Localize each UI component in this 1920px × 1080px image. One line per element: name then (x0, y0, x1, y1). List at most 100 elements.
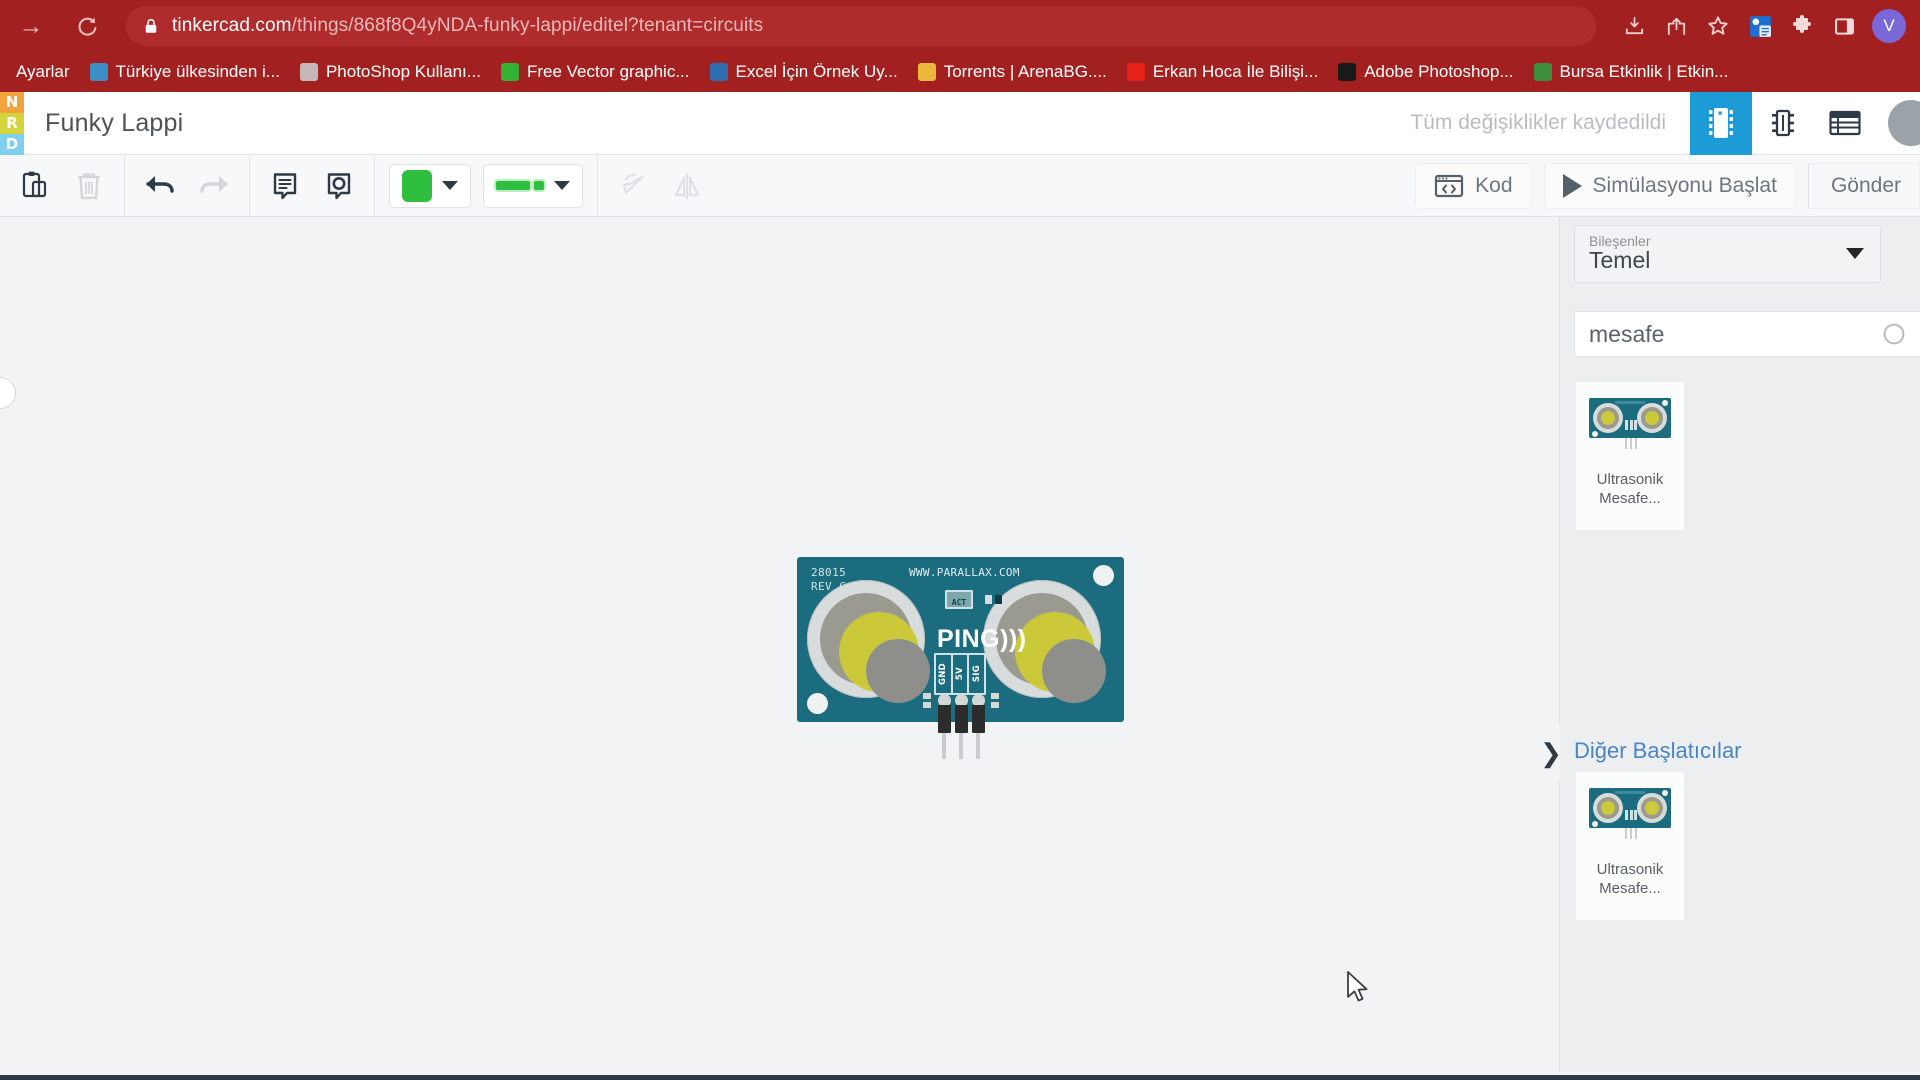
bookmark-label: Bursa Etkinlik | Etkin... (1559, 62, 1729, 81)
redo-button[interactable] (187, 161, 241, 211)
chevron-down-icon (554, 181, 570, 190)
pin-label-sig: SIG (971, 665, 982, 683)
star-icon (1708, 16, 1728, 35)
undo-button[interactable] (133, 161, 187, 211)
extensions-button[interactable] (1782, 6, 1822, 46)
other-component-tile-ultrasonic[interactable]: Ultrasonik Mesafe... (1576, 772, 1684, 920)
share-icon (1667, 17, 1685, 35)
part-number-label: 28015 REV C (811, 566, 847, 593)
breadboard-icon (1709, 108, 1733, 138)
tab-schematic[interactable] (1752, 92, 1814, 155)
comment-icon (327, 172, 351, 199)
pin-housing-5v[interactable] (955, 705, 968, 733)
component-tile-ultrasonic[interactable]: Ultrasonik Mesafe... (1576, 382, 1684, 530)
share-button[interactable] (1656, 6, 1696, 46)
code-icon (1435, 174, 1464, 197)
wire-preview (496, 181, 544, 190)
pin-leg-gnd[interactable] (942, 733, 946, 759)
components-category-select[interactable]: Bileşenler Temel (1574, 225, 1881, 283)
start-simulation-label: Simülasyonu Başlat (1592, 173, 1777, 197)
bookmark-item[interactable]: Ayarlar (6, 57, 80, 87)
mirror-button[interactable] (660, 161, 714, 211)
wire-style-picker[interactable] (483, 163, 583, 208)
pin-header-silkscreen: GND 5V SIG (934, 653, 986, 695)
note-icon (273, 172, 297, 199)
user-avatar[interactable] (1888, 100, 1920, 146)
circuit-canvas[interactable]: 28015 REV C WWW.PARALLAX.COM ACT PING)))… (0, 217, 1559, 1071)
pin-housing-gnd[interactable] (938, 705, 951, 733)
undo-arrow-icon (146, 175, 174, 193)
globe-bookmark-icon (1533, 63, 1552, 81)
youtube-bookmark-icon (1126, 63, 1145, 81)
pin-housing-sig[interactable] (972, 705, 985, 733)
bookmark-item[interactable]: Erkan Hoca İle Bilişi... (1117, 57, 1328, 87)
profile-avatar[interactable]: V (1872, 9, 1906, 43)
toolbar-group-annotate (250, 154, 375, 217)
profile-initial: V (1883, 16, 1895, 35)
component-search-field[interactable]: mesafe (1574, 311, 1920, 357)
ultrasonic-distance-sensor[interactable]: 28015 REV C WWW.PARALLAX.COM ACT PING)))… (797, 557, 1124, 759)
smd-components (985, 595, 1012, 604)
adobe-bookmark-icon (1338, 63, 1357, 81)
chip-icon (1772, 109, 1794, 137)
lock-icon (145, 18, 157, 33)
code-button-label: Kod (1475, 173, 1513, 197)
search-input[interactable]: mesafe (1589, 321, 1882, 348)
bookmark-item[interactable]: Free Vector graphic... (491, 57, 700, 87)
panel-collapse-button[interactable]: ❯ (1540, 725, 1562, 781)
color-picker[interactable] (389, 163, 471, 208)
brand-label: PING))) (937, 625, 1027, 653)
send-button[interactable]: Gönder (1807, 162, 1920, 209)
bookmark-item[interactable]: Torrents | ArenaBG.... (908, 57, 1117, 87)
bookmark-item[interactable]: Türkiye ülkesinden i... (80, 57, 290, 87)
reload-button[interactable] (66, 5, 108, 47)
component-list-icon (1829, 110, 1861, 136)
play-icon (1562, 173, 1582, 198)
toolbar-group-history (125, 154, 250, 217)
office-extension-button[interactable] (1740, 6, 1780, 46)
bookmark-label: Free Vector graphic... (526, 62, 690, 81)
pin-leg-5v[interactable] (959, 733, 963, 759)
ultrasonic-sensor-thumbnail (1589, 398, 1671, 450)
rotate-button[interactable] (606, 161, 660, 211)
tab-breadboard[interactable] (1690, 91, 1752, 155)
delete-button[interactable] (62, 161, 116, 211)
panel-icon (1834, 17, 1854, 35)
bookmark-star-button[interactable] (1698, 6, 1738, 46)
color-swatch[interactable] (402, 169, 432, 202)
downloads-button[interactable] (1614, 6, 1654, 46)
tab-component-list[interactable] (1814, 92, 1876, 155)
bookmark-label: Adobe Photoshop... (1364, 62, 1514, 81)
chevron-right-icon: ❯ (1540, 737, 1562, 768)
excel-bookmark-icon (709, 63, 728, 81)
zoom-fit-button[interactable] (0, 377, 16, 409)
wifi-bookmark-icon (89, 63, 108, 81)
tinkercad-logo[interactable]: NRD (0, 91, 24, 155)
bookmark-item[interactable]: PhotoShop Kullanı... (290, 57, 491, 87)
address-bar[interactable]: tinkercad.com/things/868f8Q4yNDA-funky-l… (126, 6, 1596, 46)
clear-search-icon[interactable] (1882, 322, 1906, 346)
start-simulation-button[interactable]: Simülasyonu Başlat (1543, 162, 1796, 209)
bookmark-label: Excel İçin Örnek Uy... (735, 62, 898, 81)
bookmark-item[interactable]: Adobe Photoshop... (1328, 57, 1523, 87)
bookmark-item[interactable]: Bursa Etkinlik | Etkin... (1524, 57, 1739, 87)
sensor-board: 28015 REV C WWW.PARALLAX.COM ACT PING)))… (797, 557, 1124, 722)
note-button[interactable] (258, 161, 312, 211)
pin-label-gnd: GND (938, 662, 949, 686)
code-button[interactable]: Kod (1415, 162, 1532, 209)
side-panel-button[interactable] (1824, 6, 1864, 46)
copy-paste-button[interactable] (8, 161, 62, 211)
forward-button[interactable]: → (10, 5, 52, 47)
comment-button[interactable] (312, 161, 366, 211)
act-label: ACT (951, 598, 967, 607)
browser-toolbar: → tinkercad.com/things/868f8Q4yNDA-funky… (0, 0, 1920, 52)
copy-paste-icon (22, 171, 47, 197)
components-panel: ❯ Bileşenler Temel mesafe Ultrasonik Mesa… (1540, 217, 1920, 1071)
logo-letter: D (0, 133, 24, 155)
ultrasonic-sensor-thumbnail (1589, 788, 1671, 840)
page-title[interactable]: Funky Lappi (45, 109, 183, 138)
pin-leg-sig[interactable] (976, 733, 980, 759)
url-path: /things/868f8Q4yNDA-funky-lappi/editel?t… (291, 15, 764, 36)
bookmark-item[interactable]: Excel İçin Örnek Uy... (700, 57, 908, 87)
puzzle-icon (1793, 15, 1811, 33)
